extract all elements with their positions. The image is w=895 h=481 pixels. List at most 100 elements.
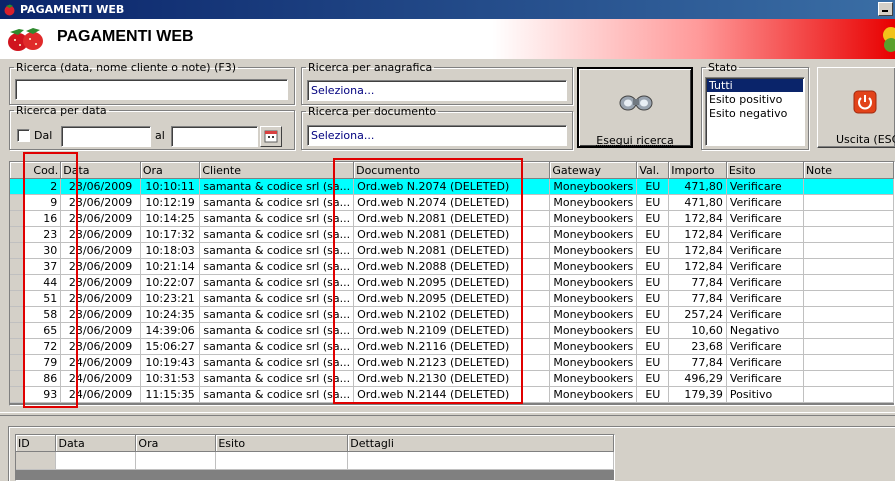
cell-data: 23/06/2009: [61, 291, 141, 307]
cell-documento: Ord.web N.2102 (DELETED): [354, 307, 550, 323]
table-row[interactable]: 2 23/06/2009 10:10:11 samanta & codice srl …: [10, 179, 894, 195]
stato-listbox[interactable]: Tutti Esito positivo Esito negativo: [705, 77, 805, 146]
cell-documento: Ord.web N.2123 (DELETED): [354, 355, 550, 371]
anagrafica-select-field[interactable]: Seleziona...: [307, 80, 567, 101]
table-row[interactable]: 30 23/06/2009 10:18:03 samanta & codice srl…: [10, 243, 894, 259]
details-header-id[interactable]: ID: [16, 435, 56, 452]
column-header-documento[interactable]: Documento: [354, 162, 550, 179]
row-indicator[interactable]: [10, 179, 23, 195]
power-icon: [853, 90, 877, 114]
cell-importo: 496,29: [669, 371, 727, 387]
cell-gateway: Moneybookers: [550, 195, 637, 211]
column-header-data[interactable]: Data: [61, 162, 141, 179]
cell-data: 23/06/2009: [61, 211, 141, 227]
column-header-cliente[interactable]: Cliente: [200, 162, 354, 179]
row-indicator[interactable]: [10, 307, 23, 323]
column-header-cod[interactable]: Cod.: [23, 162, 61, 179]
cell-documento: Ord.web N.2081 (DELETED): [354, 211, 550, 227]
row-indicator[interactable]: [10, 387, 23, 403]
row-indicator[interactable]: [10, 339, 23, 355]
column-header-indicator: [10, 162, 23, 179]
exit-button[interactable]: Uscita (ESC): [817, 67, 895, 148]
cell-note: [804, 291, 894, 307]
row-indicator[interactable]: [10, 355, 23, 371]
details-table[interactable]: ID Data Ora Esito Dettagli: [15, 434, 615, 481]
details-header-dettagli[interactable]: Dettagli: [348, 435, 614, 452]
cell-cliente: samanta & codice srl (sa...: [200, 355, 354, 371]
table-row[interactable]: 44 23/06/2009 10:22:07 samanta & codice srl…: [10, 275, 894, 291]
table-row[interactable]: 16 23/06/2009 10:14:25 samanta & codice srl…: [10, 211, 894, 227]
cell-ora: 15:06:27: [140, 339, 200, 355]
row-indicator[interactable]: [10, 323, 23, 339]
cell-data: 23/06/2009: [61, 323, 141, 339]
cell-esito: Verificare: [726, 307, 803, 323]
column-header-note[interactable]: Note: [804, 162, 894, 179]
row-indicator[interactable]: [10, 371, 23, 387]
details-header-ora[interactable]: Ora: [136, 435, 216, 452]
search-button-label: Esegui ricerca: [579, 134, 691, 147]
column-header-gateway[interactable]: Gateway: [550, 162, 637, 179]
row-indicator[interactable]: [10, 211, 23, 227]
table-row[interactable]: 79 24/06/2009 10:19:43 samanta & codice srl…: [10, 355, 894, 371]
column-header-ora[interactable]: Ora: [140, 162, 200, 179]
cell-cod: 58: [23, 307, 61, 323]
cell-note: [804, 227, 894, 243]
cell-data: 23/06/2009: [61, 243, 141, 259]
cell-note: [804, 211, 894, 227]
row-indicator[interactable]: [10, 291, 23, 307]
documento-select-field[interactable]: Seleziona...: [307, 125, 567, 146]
cell-gateway: Moneybookers: [550, 243, 637, 259]
table-row[interactable]: 23 23/06/2009 10:17:32 samanta & codice srl…: [10, 227, 894, 243]
cell-gateway: Moneybookers: [550, 275, 637, 291]
table-row[interactable]: 72 23/06/2009 15:06:27 samanta & codice srl…: [10, 339, 894, 355]
table-row[interactable]: 65 23/06/2009 14:39:06 samanta & codice srl…: [10, 323, 894, 339]
cell-importo: 172,84: [669, 243, 727, 259]
panel-splitter[interactable]: [0, 412, 895, 416]
row-indicator[interactable]: [10, 227, 23, 243]
cell-importo: 77,84: [669, 275, 727, 291]
stato-option-positivo[interactable]: Esito positivo: [707, 93, 803, 106]
table-row[interactable]: 51 23/06/2009 10:23:21 samanta & codice srl…: [10, 291, 894, 307]
cell-data: 24/06/2009: [61, 355, 141, 371]
column-header-esito[interactable]: Esito: [726, 162, 803, 179]
date-filter-checkbox[interactable]: [17, 129, 30, 142]
stato-option-tutti[interactable]: Tutti: [707, 79, 803, 92]
search-button[interactable]: Esegui ricerca: [577, 67, 693, 148]
minimize-button[interactable]: [878, 2, 893, 16]
cell-val: EU: [637, 243, 669, 259]
date-search-label: Ricerca per data: [14, 104, 109, 117]
cell-ora: 10:10:11: [140, 179, 200, 195]
table-row[interactable]: 58 23/06/2009 10:24:35 samanta & codice srl…: [10, 307, 894, 323]
column-header-val[interactable]: Val.: [637, 162, 669, 179]
cell-cod: 44: [23, 275, 61, 291]
cell-ora: 10:23:21: [140, 291, 200, 307]
column-header-importo[interactable]: Importo: [669, 162, 727, 179]
row-indicator[interactable]: [10, 243, 23, 259]
date-from-input[interactable]: [61, 126, 151, 147]
table-row[interactable]: 9 23/06/2009 10:12:19 samanta & codice srl …: [10, 195, 894, 211]
calendar-button[interactable]: [260, 126, 282, 147]
date-to-input[interactable]: [171, 126, 258, 147]
stato-option-negativo[interactable]: Esito negativo: [707, 107, 803, 120]
details-header-esito[interactable]: Esito: [216, 435, 348, 452]
cell-note: [804, 259, 894, 275]
calendar-icon: [261, 127, 281, 146]
cell-ora: 10:24:35: [140, 307, 200, 323]
stato-label: Stato: [706, 61, 739, 74]
cell-note: [804, 323, 894, 339]
row-indicator[interactable]: [10, 275, 23, 291]
general-search-input[interactable]: [15, 79, 288, 100]
payments-table[interactable]: Cod. Data Ora Cliente Documento Gateway …: [9, 161, 895, 406]
details-header-data[interactable]: Data: [56, 435, 136, 452]
cell-ora: 10:22:07: [140, 275, 200, 291]
cell-cod: 37: [23, 259, 61, 275]
row-indicator[interactable]: [10, 195, 23, 211]
row-indicator[interactable]: [10, 259, 23, 275]
table-row[interactable]: 93 24/06/2009 11:15:35 samanta & codice srl…: [10, 387, 894, 403]
cell-documento: Ord.web N.2144 (DELETED): [354, 387, 550, 403]
cell-val: EU: [637, 371, 669, 387]
cell-cliente: samanta & codice srl (sa...: [200, 307, 354, 323]
table-row[interactable]: 37 23/06/2009 10:21:14 samanta & codice srl…: [10, 259, 894, 275]
table-row[interactable]: 86 24/06/2009 10:31:53 samanta & codice srl…: [10, 371, 894, 387]
cell-note: [804, 179, 894, 195]
